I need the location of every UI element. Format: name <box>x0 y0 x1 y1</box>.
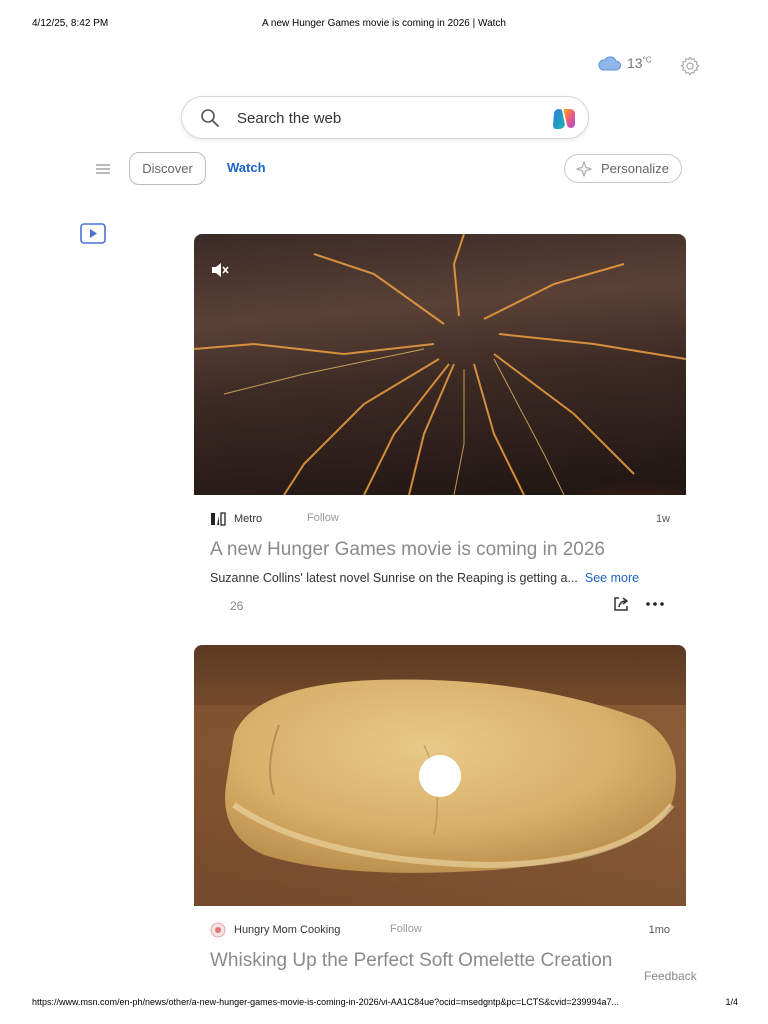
lava-cracks-graphic <box>194 234 686 495</box>
source-name[interactable]: Metro <box>234 513 262 525</box>
card-title[interactable]: Whisking Up the Perfect Soft Omelette Cr… <box>194 950 686 972</box>
see-more-link[interactable]: See more <box>585 571 639 585</box>
feedback-button[interactable]: Feedback <box>644 969 697 983</box>
card-description: Suzanne Collins' latest novel Sunrise on… <box>210 571 640 585</box>
play-button[interactable] <box>419 755 461 797</box>
follow-button[interactable]: Follow <box>390 923 422 935</box>
follow-button[interactable]: Follow <box>307 512 339 524</box>
tab-watch[interactable]: Watch <box>227 160 266 175</box>
print-page-number: 1/4 <box>725 997 738 1007</box>
card-title[interactable]: A new Hunger Games movie is coming in 20… <box>194 539 686 561</box>
copilot-icon[interactable] <box>550 105 578 133</box>
weather-widget[interactable]: 13°C <box>597 55 652 71</box>
source-name[interactable]: Hungry Mom Cooking <box>234 924 340 936</box>
post-age: 1mo <box>648 924 670 936</box>
search-icon <box>201 109 219 127</box>
metro-logo-icon <box>211 512 226 526</box>
post-age: 1w <box>655 513 670 525</box>
video-card[interactable]: Hungry Mom Cooking Follow 1mo Whisking U… <box>194 645 686 972</box>
weather-temperature: 13°C <box>627 55 652 71</box>
more-options-icon[interactable] <box>644 595 666 613</box>
mute-icon[interactable] <box>210 261 230 279</box>
personalize-sparkle-icon <box>576 161 592 177</box>
video-card[interactable]: Metro Follow 1w A new Hunger Games movie… <box>194 234 686 619</box>
personalize-label: Personalize <box>601 161 669 176</box>
search-input[interactable]: Search the web <box>237 110 341 127</box>
tab-discover[interactable]: Discover <box>129 152 206 185</box>
video-thumbnail[interactable] <box>194 234 686 495</box>
print-url: https://www.msn.com/en-ph/news/other/a-n… <box>32 997 620 1007</box>
video-thumbnail[interactable] <box>194 645 686 906</box>
video-play-icon[interactable] <box>80 223 106 244</box>
share-icon[interactable] <box>612 595 630 613</box>
cloud-icon <box>598 56 621 71</box>
menu-hamburger-icon[interactable] <box>96 164 110 174</box>
search-box[interactable]: Search the web <box>181 96 589 139</box>
print-title: A new Hunger Games movie is coming in 20… <box>261 18 506 29</box>
hungry-mom-cooking-logo-icon <box>210 922 226 938</box>
personalize-button[interactable]: Personalize <box>564 154 682 183</box>
settings-gear-icon[interactable] <box>679 55 701 77</box>
like-count[interactable]: 26 <box>230 599 243 613</box>
